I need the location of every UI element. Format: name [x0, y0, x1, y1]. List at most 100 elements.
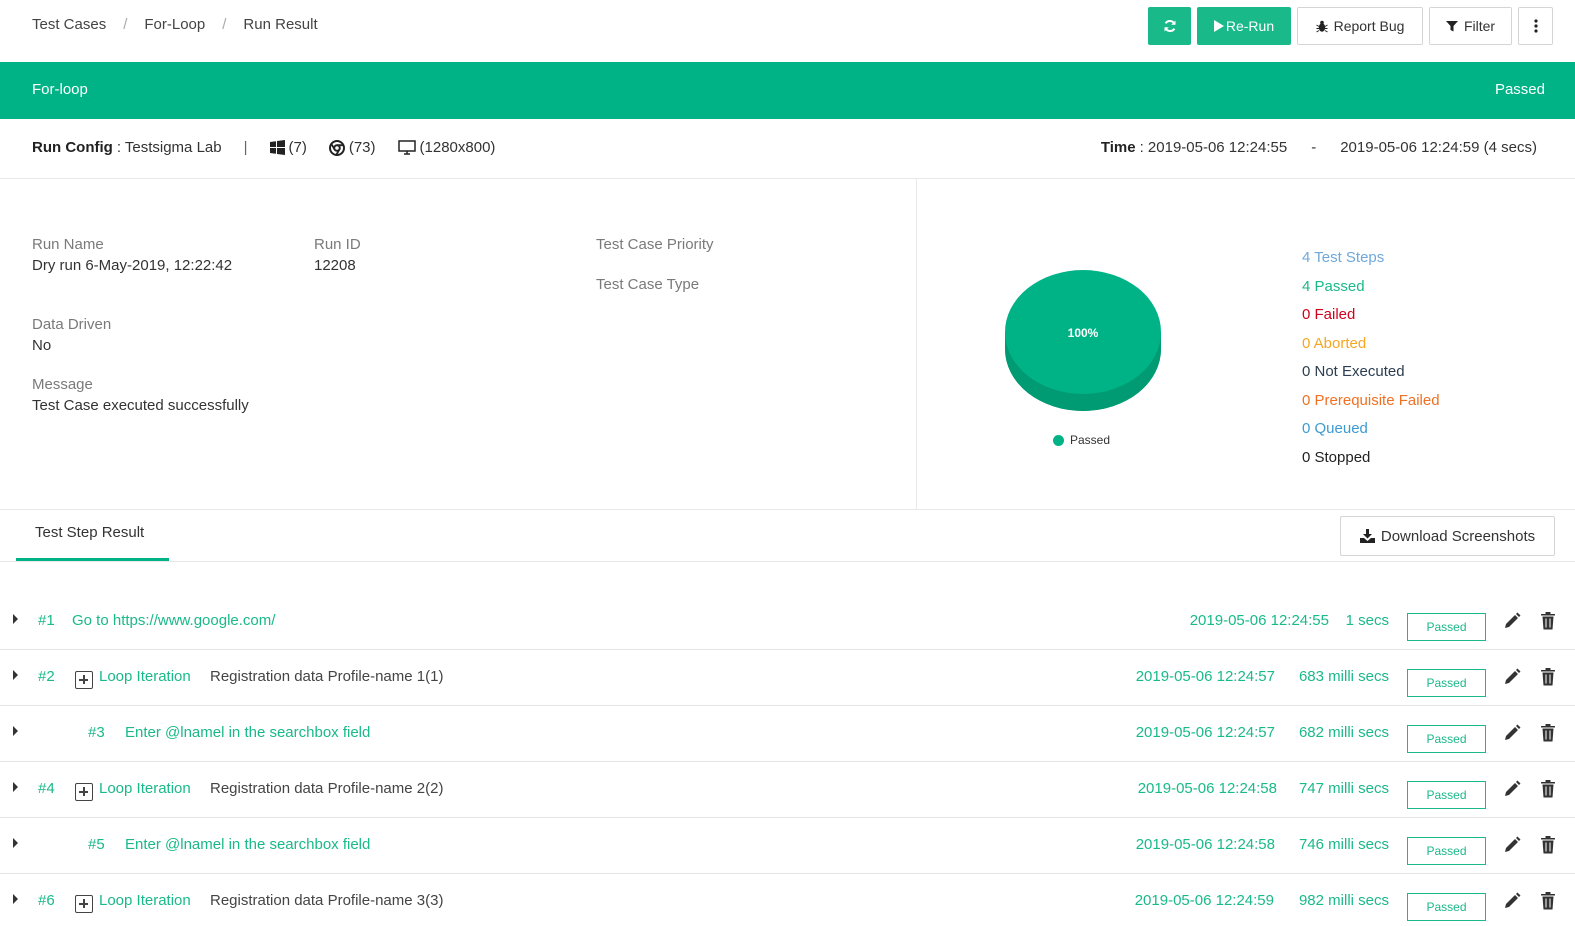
- run-id-value: 12208: [314, 257, 356, 274]
- run-details-panel: Run Name Dry run 6-May-2019, 12:22:42 Ru…: [0, 179, 917, 510]
- status-badge: Passed: [1407, 669, 1486, 697]
- trash-icon[interactable]: [1540, 667, 1556, 686]
- run-name-value: Dry run 6-May-2019, 12:22:42: [32, 257, 233, 274]
- priority-label: Test Case Priority: [596, 236, 714, 253]
- resolution-value: (1280x800): [419, 139, 496, 156]
- filter-label: Filter: [1463, 18, 1496, 34]
- count-not-executed: 0 Not Executed: [1302, 363, 1405, 380]
- data-driven-value: No: [32, 337, 52, 354]
- step-list: #1 Go to https://www.google.com/ 2019-05…: [0, 594, 1575, 926]
- count-passed: 4 Passed: [1302, 277, 1365, 295]
- step-text: Registration data Profile-name 3(3): [210, 892, 444, 909]
- vertical-ellipsis-icon: [1533, 19, 1538, 33]
- data-driven-label: Data Driven: [32, 316, 112, 333]
- play-icon: [1213, 20, 1224, 32]
- trash-icon[interactable]: [1540, 611, 1556, 630]
- run-config-label: Run Config: [32, 139, 113, 156]
- expand-caret-icon[interactable]: [13, 838, 18, 848]
- step-duration: 747 milli secs: [1298, 780, 1389, 797]
- expand-caret-icon[interactable]: [13, 894, 18, 904]
- pencil-icon[interactable]: [1503, 836, 1521, 854]
- test-case-title: For-loop: [32, 81, 88, 98]
- toolbar: Re-Run Report Bug Filter: [1148, 7, 1553, 45]
- step-text: Registration data Profile-name 1(1): [210, 668, 444, 685]
- loop-iteration-label[interactable]: Loop Iteration: [99, 780, 191, 797]
- result-status: Passed: [1494, 81, 1545, 98]
- step-timestamp: 2019-05-06 12:24:58: [1137, 780, 1277, 797]
- step-row[interactable]: #2 Loop Iteration Registration data Prof…: [0, 650, 1575, 706]
- trash-icon[interactable]: [1540, 835, 1556, 854]
- pencil-icon[interactable]: [1503, 612, 1521, 630]
- loop-iteration-label[interactable]: Loop Iteration: [99, 668, 191, 685]
- message-field: Message Test Case executed successfully: [32, 376, 249, 414]
- pencil-icon[interactable]: [1503, 724, 1521, 742]
- rerun-button[interactable]: Re-Run: [1197, 7, 1291, 45]
- breadcrumb-test-cases[interactable]: Test Cases: [32, 16, 106, 33]
- count-aborted: 0 Aborted: [1302, 334, 1367, 352]
- trash-icon[interactable]: [1540, 891, 1556, 910]
- bug-icon: [1315, 20, 1328, 33]
- loop-iteration-label[interactable]: Loop Iteration: [99, 892, 191, 909]
- top-bar: Test Cases / For-Loop / Run Result Re-Ru…: [0, 0, 1575, 62]
- step-text[interactable]: Go to https://www.google.com/: [72, 612, 275, 629]
- result-pie-chart: 100%: [1005, 270, 1161, 411]
- data-driven-field: Data Driven No: [32, 316, 111, 354]
- type-label: Test Case Type: [596, 276, 700, 293]
- trash-icon[interactable]: [1540, 779, 1556, 798]
- filter-icon: [1445, 20, 1458, 32]
- step-timestamp: 2019-05-06 12:24:57: [1135, 668, 1275, 685]
- step-row[interactable]: #6 Loop Iteration Registration data Prof…: [0, 874, 1575, 926]
- os-chip: (7): [269, 139, 307, 156]
- status-badge: Passed: [1407, 613, 1486, 641]
- step-text: Registration data Profile-name 2(2): [210, 780, 444, 797]
- run-config-bar: Run Config : Testsigma Lab | (7) (73) (1…: [0, 119, 1575, 179]
- pencil-icon[interactable]: [1503, 780, 1521, 798]
- result-banner: For-loop Passed: [0, 62, 1575, 119]
- pie-percent-label: 100%: [1068, 326, 1099, 340]
- pencil-icon[interactable]: [1503, 668, 1521, 686]
- step-row[interactable]: #1 Go to https://www.google.com/ 2019-05…: [0, 594, 1575, 650]
- filter-button[interactable]: Filter: [1429, 7, 1512, 45]
- plus-square-icon[interactable]: [75, 783, 93, 801]
- pencil-icon[interactable]: [1503, 892, 1521, 910]
- refresh-icon: [1164, 20, 1175, 32]
- step-timestamp: 2019-05-06 12:24:55: [1189, 612, 1329, 629]
- step-timestamp: 2019-05-06 12:24:57: [1135, 724, 1275, 741]
- report-bug-label: Report Bug: [1333, 18, 1405, 34]
- download-icon: [1359, 529, 1375, 543]
- trash-icon[interactable]: [1540, 723, 1556, 742]
- expand-caret-icon[interactable]: [13, 782, 18, 792]
- step-row[interactable]: #5 Enter @lnamel in the searchbox field …: [0, 818, 1575, 874]
- plus-square-icon[interactable]: [75, 671, 93, 689]
- run-name-field: Run Name Dry run 6-May-2019, 12:22:42: [32, 236, 232, 274]
- expand-caret-icon[interactable]: [13, 670, 18, 680]
- step-row[interactable]: #4 Loop Iteration Registration data Prof…: [0, 762, 1575, 818]
- tab-test-step-result[interactable]: Test Step Result: [16, 510, 169, 561]
- refresh-button[interactable]: [1148, 7, 1191, 45]
- step-number: #6: [38, 892, 55, 909]
- step-row[interactable]: #3 Enter @lnamel in the searchbox field …: [0, 706, 1575, 762]
- legend-label: Passed: [1070, 433, 1111, 447]
- expand-caret-icon[interactable]: [13, 614, 18, 624]
- step-number: #3: [88, 724, 105, 741]
- expand-caret-icon[interactable]: [13, 726, 18, 736]
- config-separator: |: [243, 139, 248, 156]
- step-duration: 682 milli secs: [1298, 724, 1389, 741]
- more-options-button[interactable]: [1518, 7, 1553, 45]
- resolution-chip: (1280x800): [397, 139, 496, 156]
- type-field: Test Case Type: [596, 276, 699, 293]
- step-text[interactable]: Enter @lnamel in the searchbox field: [125, 724, 370, 741]
- breadcrumb-separator: /: [222, 16, 227, 33]
- result-tabs: Test Step Result Download Screenshots: [0, 510, 1575, 562]
- download-screenshots-button[interactable]: Download Screenshots: [1340, 516, 1555, 556]
- plus-square-icon[interactable]: [75, 895, 93, 913]
- breadcrumb-for-loop[interactable]: For-Loop: [144, 16, 205, 33]
- run-name-label: Run Name: [32, 236, 104, 253]
- windows-icon: [269, 140, 285, 155]
- step-text[interactable]: Enter @lnamel in the searchbox field: [125, 836, 370, 853]
- step-number: #2: [38, 668, 55, 685]
- report-bug-button[interactable]: Report Bug: [1297, 7, 1423, 45]
- status-badge: Passed: [1407, 725, 1486, 753]
- step-duration: 746 milli secs: [1298, 836, 1389, 853]
- pie-legend[interactable]: Passed: [1053, 433, 1110, 447]
